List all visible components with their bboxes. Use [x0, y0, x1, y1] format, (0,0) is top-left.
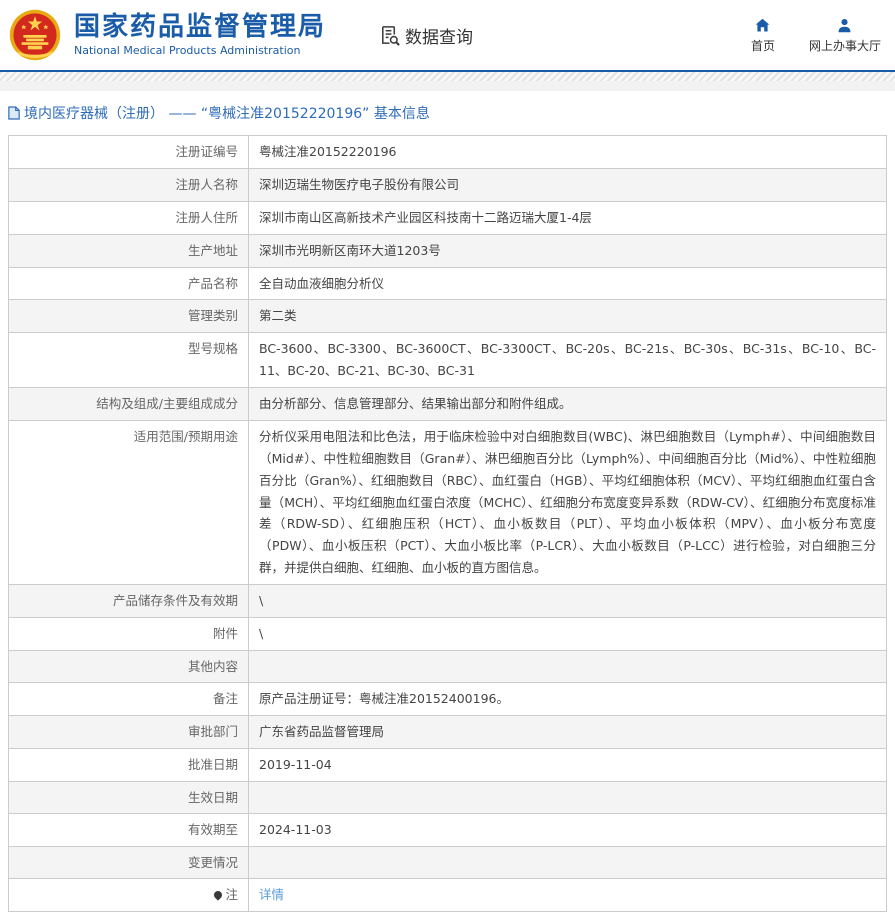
row-value — [249, 651, 886, 682]
row-label: 型号规格 — [9, 333, 249, 387]
row-label-text: 其他内容 — [187, 658, 238, 674]
national-emblem-icon — [8, 8, 62, 62]
row-label: 有效期至 — [9, 813, 249, 846]
row-value: BC-3600、BC-3300、BC-3600CT、BC-3300CT、BC-2… — [259, 341, 876, 379]
detail-link[interactable]: 详情 — [259, 887, 284, 902]
nav-home-label: 首页 — [750, 38, 775, 53]
row-label-text: 管理类别 — [187, 308, 238, 324]
row-value: \ — [259, 593, 264, 608]
row-label: 注册人住所 — [9, 201, 249, 234]
info-table: 注册证编号 粤械注准20152220196 注册人名称 深圳迈瑞生物医疗电子股份有限公… — [8, 135, 887, 912]
row-label-text: 生产地址 — [187, 242, 238, 258]
row-label-text: 附件 — [212, 625, 238, 641]
table-row: 产品储存条件及有效期 \ — [9, 585, 886, 618]
row-label-text: 注册人名称 — [175, 176, 238, 192]
row-label-text: 注册人住所 — [175, 209, 238, 225]
row-label: 注册证编号 — [9, 136, 249, 168]
row-label-text: 结构及组成/主要组成成分 — [96, 396, 238, 411]
row-value — [249, 782, 886, 813]
table-row: 生效日期 — [9, 781, 886, 814]
row-label-text: 产品名称 — [187, 275, 238, 291]
row-value — [249, 847, 886, 878]
table-row: 结构及组成/主要组成成分 由分析部分、信息管理部分、结果输出部分和附件组成。 — [9, 388, 886, 421]
row-label-text: 适用范围/预期用途 — [133, 428, 238, 444]
row-label-text: 产品储存条件及有效期 — [112, 593, 238, 608]
row-label: 批准日期 — [9, 748, 249, 781]
row-value: 粤械注准20152220196 — [259, 144, 397, 159]
row-label: 生效日期 — [9, 781, 249, 813]
row-value: 广东省药品监督管理局 — [259, 723, 385, 739]
row-label: 生产地址 — [9, 234, 249, 267]
row-value: 2019-11-04 — [259, 756, 332, 772]
row-label: 管理类别 — [9, 300, 249, 333]
row-value: 全自动血液细胞分析仪 — [259, 275, 385, 291]
table-row: 产品名称 全自动血液细胞分析仪 — [9, 267, 886, 301]
table-row: 审批部门 广东省药品监督管理局 — [9, 715, 886, 749]
breadcrumb: 境内医疗器械（注册） —— “粤械注准20152220196” 基本信息 — [0, 91, 895, 133]
row-label-text: 审批部门 — [187, 723, 238, 739]
table-row: 适用范围/预期用途 分析仪采用电阻法和比色法，用于临床检验中对白细胞数目(WBC)… — [9, 420, 886, 585]
row-value: 深圳迈瑞生物医疗电子股份有限公司 — [259, 176, 460, 192]
row-label: 备注 — [9, 683, 249, 715]
row-label-text: 型号规格 — [187, 341, 238, 357]
org-title-block: 国家药品监督管理局 National Medical Products Admi… — [74, 13, 326, 57]
row-value: 深圳市南山区高新技术产业园区科技南十二路迈瑞大厦1-4层 — [259, 209, 592, 225]
table-row: 注册证编号 粤械注准20152220196 — [9, 136, 886, 169]
document-search-icon — [378, 24, 401, 47]
nav-home[interactable]: 首页 — [751, 17, 775, 54]
row-label: 注 — [9, 879, 249, 911]
row-value: \ — [259, 625, 264, 641]
table-row: 变更情况 — [9, 846, 886, 879]
row-label-text: 有效期至 — [187, 821, 238, 837]
nav-data-query[interactable]: 数据查询 — [378, 23, 473, 48]
table-row: 有效期至 2024-11-03 — [9, 813, 886, 847]
org-subtitle: National Medical Products Administration — [74, 43, 301, 57]
row-label-text: 注 — [225, 887, 238, 902]
breadcrumb-text: 境内医疗器械（注册） —— “粤械注准20152220196” 基本信息 — [24, 106, 430, 122]
row-label-text: 备注 — [212, 691, 238, 706]
table-row: 生产地址 深圳市光明新区南环大道1203号 — [9, 234, 886, 268]
table-row: 型号规格 BC-3600、BC-3300、BC-3600CT、BC-3300CT、… — [9, 333, 886, 388]
row-label-text: 批准日期 — [187, 756, 238, 772]
nav-service-hall-label: 网上办事大厅 — [808, 38, 881, 53]
page-icon — [8, 106, 20, 120]
table-row: 附件 \ — [9, 617, 886, 651]
home-icon — [754, 17, 771, 34]
header-right-nav: 首页 网上办事大厅 — [751, 17, 881, 54]
row-label: 产品名称 — [9, 267, 249, 300]
pin-icon — [212, 889, 225, 901]
gray-band — [0, 81, 895, 91]
row-value: 原产品注册证号：粤械注准20152400196。 — [259, 691, 509, 706]
hatched-strip — [0, 72, 895, 81]
nav-service-hall[interactable]: 网上办事大厅 — [809, 17, 881, 54]
row-label: 结构及组成/主要组成成分 — [9, 388, 249, 420]
table-row: 注册人名称 深圳迈瑞生物医疗电子股份有限公司 — [9, 168, 886, 202]
user-icon — [836, 17, 853, 34]
row-value: 第二类 — [259, 308, 297, 324]
row-label-text: 变更情况 — [187, 854, 238, 870]
table-row: 其他内容 — [9, 650, 886, 683]
row-label: 附件 — [9, 617, 249, 650]
table-row: 批准日期 2019-11-04 — [9, 748, 886, 782]
row-value: 分析仪采用电阻法和比色法，用于临床检验中对白细胞数目(WBC)、淋巴细胞数目（L… — [259, 428, 876, 576]
table-row: 注 详情 — [9, 879, 886, 911]
table-row: 注册人住所 深圳市南山区高新技术产业园区科技南十二路迈瑞大厦1-4层 — [9, 201, 886, 235]
org-title: 国家药品监督管理局 — [74, 12, 327, 43]
row-value: 深圳市光明新区南环大道1203号 — [259, 242, 441, 258]
row-value: 详情 — [249, 879, 886, 911]
row-label: 注册人名称 — [9, 168, 249, 201]
row-label: 适用范围/预期用途 — [9, 420, 249, 584]
row-value: 2024-11-03 — [259, 821, 332, 837]
row-label: 产品储存条件及有效期 — [9, 585, 249, 617]
row-label: 审批部门 — [9, 715, 249, 748]
row-value: 由分析部分、信息管理部分、结果输出部分和附件组成。 — [259, 396, 572, 411]
table-row: 备注 原产品注册证号：粤械注准20152400196。 — [9, 683, 886, 716]
header: 国家药品监督管理局 National Medical Products Admi… — [0, 0, 895, 70]
row-label: 变更情况 — [9, 846, 249, 878]
table-row: 管理类别 第二类 — [9, 300, 886, 334]
nav-data-query-label: 数据查询 — [405, 27, 474, 48]
row-label: 其他内容 — [9, 650, 249, 682]
row-label-text: 注册证编号 — [175, 144, 238, 159]
row-label-text: 生效日期 — [187, 789, 238, 805]
